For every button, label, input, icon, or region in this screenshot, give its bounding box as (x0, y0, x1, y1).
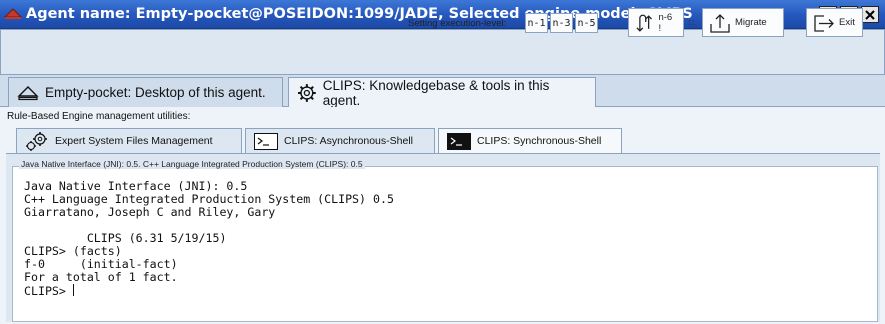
exit-button[interactable]: Exit (806, 8, 863, 37)
console-prompt-line[interactable]: CLIPS> (24, 284, 864, 298)
level-n5-button[interactable]: n-5 (575, 13, 598, 33)
console-prompt: CLIPS> (24, 284, 73, 298)
subtab-expert-files-label: Expert System Files Management (55, 135, 213, 147)
console-line: For a total of 1 fact. (24, 270, 178, 284)
console-legend: Java Native Interface (JNI): 0.5. C++ La… (19, 159, 365, 169)
console-line: Giarratano, Joseph C and Riley, Gary (24, 205, 276, 219)
toolbar-separator: :: (688, 17, 695, 28)
subtab-async-shell-label: CLIPS: Asynchronous-Shell (284, 135, 413, 147)
console-line: CLIPS (6.31 5/19/15) (24, 231, 227, 245)
terminal-icon (447, 132, 471, 150)
gears-icon (26, 132, 47, 151)
agent-app-icon[interactable] (3, 6, 23, 20)
level-n6-label: n-6 ! (658, 11, 673, 34)
exit-arrow-icon (814, 14, 834, 32)
gear-icon (297, 84, 316, 102)
subtab-sync-shell-label: CLIPS: Synchronous-Shell (477, 135, 602, 147)
eject-icon (17, 85, 39, 100)
level-n6-button[interactable]: n-6 ! (628, 8, 684, 37)
level-n3-button[interactable]: n-3 (550, 13, 573, 33)
tab-clips[interactable]: CLIPS: Knowledgebase & tools in this age… (288, 77, 596, 108)
tab-clips-label: CLIPS: Knowledgebase & tools in this age… (322, 78, 550, 108)
subtab-async-shell[interactable]: CLIPS: Asynchronous-Shell (245, 128, 435, 153)
tab-desktop[interactable]: Empty-pocket: Desktop of this agent. (8, 77, 283, 107)
exit-label: Exit (839, 17, 855, 28)
migrate-label: Migrate (735, 17, 767, 28)
migrate-button[interactable]: Migrate (702, 8, 784, 37)
terminal-icon (254, 132, 278, 150)
execution-level-label: Setting execution-level: (408, 18, 507, 29)
upload-arrow-icon (710, 13, 730, 33)
engine-section-label: Rule-Based Engine management utilities: (7, 111, 191, 122)
tab-desktop-label: Empty-pocket: Desktop of this agent. (45, 85, 266, 100)
close-icon (865, 9, 875, 20)
text-cursor (72, 284, 74, 296)
close-button[interactable] (861, 6, 879, 23)
subtab-sync-shell[interactable]: CLIPS: Synchronous-Shell (438, 128, 622, 153)
cycle-arrows-icon (636, 14, 653, 32)
clips-console[interactable]: Java Native Interface (JNI): 0.5 C++ Lang… (24, 180, 864, 298)
subtab-expert-files[interactable]: Expert System Files Management (16, 128, 242, 153)
level-n1-button[interactable]: n-1 (525, 13, 548, 33)
